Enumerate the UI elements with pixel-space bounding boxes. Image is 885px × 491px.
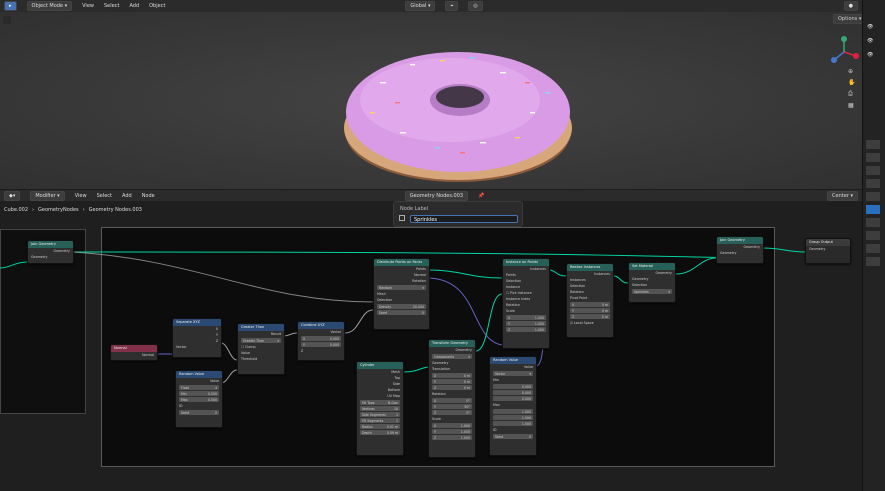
rotation-z[interactable]: Z 0° [432,410,472,415]
translation-x[interactable]: X0 m [432,373,472,378]
type-dropdown[interactable]: Vector ▾ [493,371,533,376]
node-title: Cylinder [357,362,403,369]
node-label-input[interactable]: Sprinkles [410,215,518,223]
pivot-y[interactable]: Y0 m [570,308,610,313]
node-realize-instances[interactable]: Realize Instances Instances Instances Se… [566,263,614,338]
vertices-field[interactable]: Vertices 10 [360,406,400,411]
node-title: Transform Geometry [429,340,475,347]
node-greater-than[interactable]: Greater Than Result Greater Than ▾ ☐ Clam… [237,323,285,375]
node-title: Realize Instances [567,264,613,271]
node-title: Set Material [629,263,675,270]
max-z[interactable]: 1.000 [493,421,533,426]
max-y[interactable]: 1.000 [493,415,533,420]
scale-y[interactable]: Y 1.000 [432,429,472,434]
node-random-value-1[interactable]: Random Value Value Float ▾ Min 0.200 Max 0.… [175,370,223,428]
node-normal[interactable]: Normal Normal [110,344,158,361]
node-title: Separate XYZ [173,319,221,326]
seed-field[interactable]: Seed 0 [377,310,426,315]
node-instance-on-points[interactable]: Instance on Points Instances Points Sele… [502,258,550,349]
node-title: Random Value [490,357,536,364]
node-cylinder[interactable]: Cylinder Mesh Top Side Bottom UV Map Fil… [356,361,404,456]
node-title: Combine XYZ [298,322,344,329]
x-field[interactable]: X 0.000 [301,336,341,341]
scale-x[interactable]: X 1.000 [432,423,472,428]
node-set-material[interactable]: Set Material Geometry Geometry Selection… [628,262,676,303]
local-space-checkbox[interactable]: ☑ Local Space [567,320,613,326]
node-title: Distribute Points on Faces [374,259,429,266]
node-title: Group Output [806,239,850,246]
pivot-z[interactable]: Z0 m [570,314,610,319]
node-combine-xyz[interactable]: Combine XYZ Vector X 0.000 Y 0.000 Z [297,321,345,361]
node-separate-xyz[interactable]: Separate XYZ X Y Z Vector [172,318,222,358]
rotation-y[interactable]: Y 90° [432,404,472,409]
fill-type-dropdown[interactable]: Fill Type N-Gon [360,400,400,405]
node-random-value-2[interactable]: Random Value Value Vector ▾ Min 0.000 0.0… [489,356,537,456]
popup-title: Node Label [400,206,429,212]
node-title: Join Geometry [717,237,763,244]
density-field[interactable]: Density 20.000 [377,304,426,309]
seed-field[interactable]: Seed 0 [179,410,219,415]
scale-z[interactable]: Z 1.000 [432,435,472,440]
scale-y[interactable]: Y 1.000 [506,321,546,326]
node-join-geometry-2[interactable]: Join Geometry Geometry Geometry [716,236,764,264]
depth-field[interactable]: Depth 0.09 m [360,430,400,435]
min-x[interactable]: 0.000 [493,384,533,389]
side-segments-field[interactable]: Side Segments 1 [360,412,400,417]
min-field[interactable]: Min 0.200 [179,391,219,396]
rotation-x[interactable]: X 0° [432,398,472,403]
node-transform-geometry[interactable]: Transform Geometry Geometry Components ▾ … [428,339,476,458]
node-group-output[interactable]: Group Output Geometry [805,238,851,264]
node-join-geometry-1[interactable]: Join Geometry Geometry Geometry [27,240,74,264]
node-title: Random Value [176,371,222,378]
y-field[interactable]: Y 0.000 [301,342,341,347]
type-dropdown[interactable]: Float ▾ [179,385,219,390]
radius-field[interactable]: Radius 0.01 m [360,424,400,429]
min-z[interactable]: 0.000 [493,396,533,401]
mode-dropdown[interactable]: Components ▾ [432,354,472,359]
translation-y[interactable]: Y0 m [432,379,472,384]
material-selector[interactable]: Sprinkles ▾ [632,289,672,294]
distribute-mode-dropdown[interactable]: Random ▾ [377,285,426,290]
node-title: Greater Than [238,324,284,331]
translation-z[interactable]: Z0 m [432,385,472,390]
max-x[interactable]: 1.000 [493,409,533,414]
max-field[interactable]: Max 0.500 [179,397,219,402]
node-title: Join Geometry [28,241,73,248]
min-y[interactable]: 0.000 [493,390,533,395]
scale-z[interactable]: Z 1.000 [506,327,546,332]
fill-segments-field[interactable]: Fill Segments 1 [360,418,400,423]
node-title: Instance on Points [503,259,549,266]
operation-dropdown[interactable]: Greater Than ▾ [241,338,281,343]
scale-x[interactable]: X 1.000 [506,315,546,320]
pivot-x[interactable]: X0 m [570,302,610,307]
seed-field[interactable]: Seed 0 [493,434,533,439]
label-icon [399,215,405,221]
node-distribute-points[interactable]: Distribute Points on Faces Points Normal… [373,258,430,330]
node-label-popup: Node Label Sprinkles [393,201,523,227]
node-title: Normal [111,345,157,352]
